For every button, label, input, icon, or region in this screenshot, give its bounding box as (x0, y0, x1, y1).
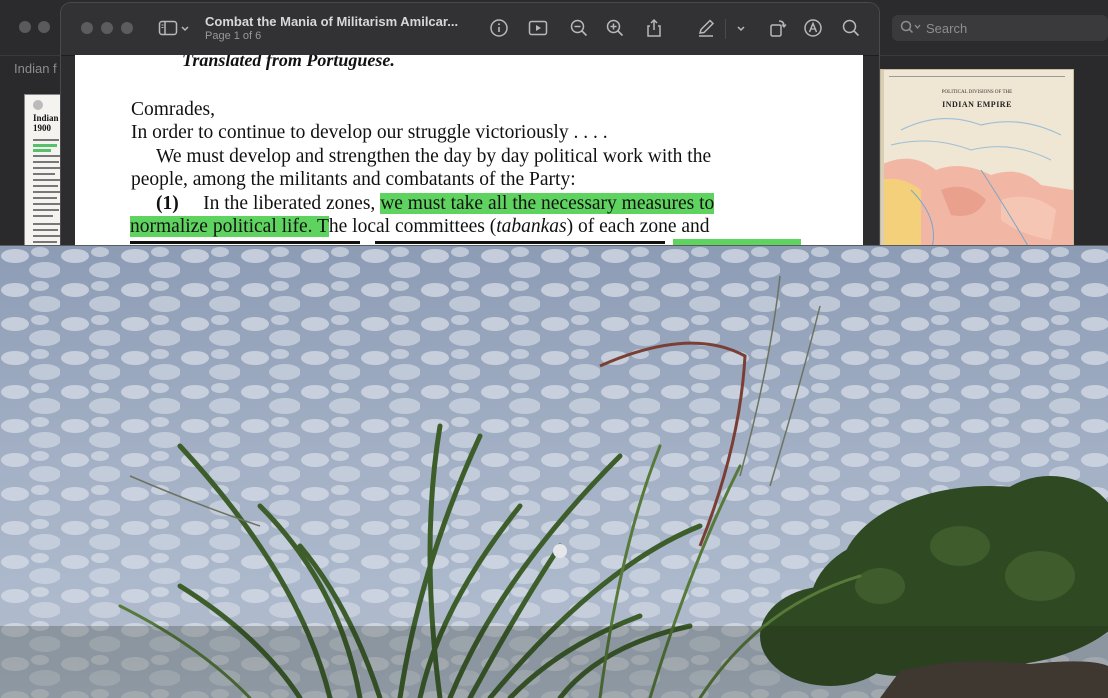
info-icon[interactable] (488, 17, 510, 39)
list-item-line: (1) In the liberated zones, we must take… (156, 192, 715, 215)
page-indicator: Page 1 of 6 (205, 30, 262, 42)
search-placeholder: Search (926, 21, 968, 36)
search-icon[interactable] (840, 17, 862, 39)
background-document-title: Indian f (14, 61, 57, 76)
wikipedia-logo-icon (33, 100, 43, 110)
slideshow-icon[interactable] (527, 17, 549, 39)
minimize-window-button[interactable] (38, 21, 50, 33)
thumbnail-heading: Indian 1900 (33, 113, 59, 133)
highlighted-text[interactable]: normalize political life. T (130, 216, 329, 237)
minimize-window-button[interactable] (101, 22, 113, 34)
rotate-icon[interactable] (767, 17, 789, 39)
close-window-button[interactable] (81, 22, 93, 34)
salutation: Comrades, (131, 99, 215, 120)
map-caption-small: POLITICAL DIVISIONS OF THE (941, 90, 1013, 95)
markup-pen-icon[interactable] (695, 17, 717, 39)
annotate-icon[interactable] (802, 17, 824, 39)
page-thumbnail[interactable]: Indian 1900 (24, 94, 66, 252)
chevron-down-icon[interactable] (735, 17, 747, 39)
sky-grass-photo (0, 246, 1108, 698)
paragraph-line: We must develop and strengthen the day b… (156, 146, 712, 167)
sidebar-toggle-icon[interactable] (157, 17, 179, 39)
document-page[interactable]: Translated from Portuguese. Comrades, In… (75, 55, 863, 250)
highlighted-text[interactable]: we must take all the necessary measures … (380, 193, 715, 214)
item-text: In the liberated zones, (203, 193, 381, 214)
preview-window: Combat the Mania of Militarism Amilcar..… (61, 3, 879, 250)
document-title: Combat the Mania of Militarism Amilcar..… (205, 14, 459, 29)
paragraph-line: normalize political life. The local comm… (130, 216, 710, 237)
close-window-button[interactable] (19, 21, 31, 33)
zoom-in-icon[interactable] (604, 17, 626, 39)
paragraph-line: In order to continue to develop our stru… (131, 122, 608, 143)
search-field[interactable]: Search (892, 15, 1108, 41)
photo-overlay (0, 245, 1108, 698)
zoom-out-icon[interactable] (568, 17, 590, 39)
chevron-down-icon[interactable] (179, 17, 191, 39)
list-item-number: (1) (156, 193, 179, 214)
translation-note: Translated from Portuguese. (182, 55, 395, 70)
share-icon[interactable] (643, 17, 665, 39)
window-toolbar: Combat the Mania of Militarism Amilcar..… (61, 3, 879, 56)
search-icon (900, 20, 921, 34)
map-caption: INDIAN EMPIRE (942, 100, 1012, 109)
zoom-window-button[interactable] (121, 22, 133, 34)
map-page: POLITICAL DIVISIONS OF THE INDIAN EMPIRE (880, 69, 1074, 252)
paragraph-line: people, among the militants and combatan… (131, 169, 576, 190)
